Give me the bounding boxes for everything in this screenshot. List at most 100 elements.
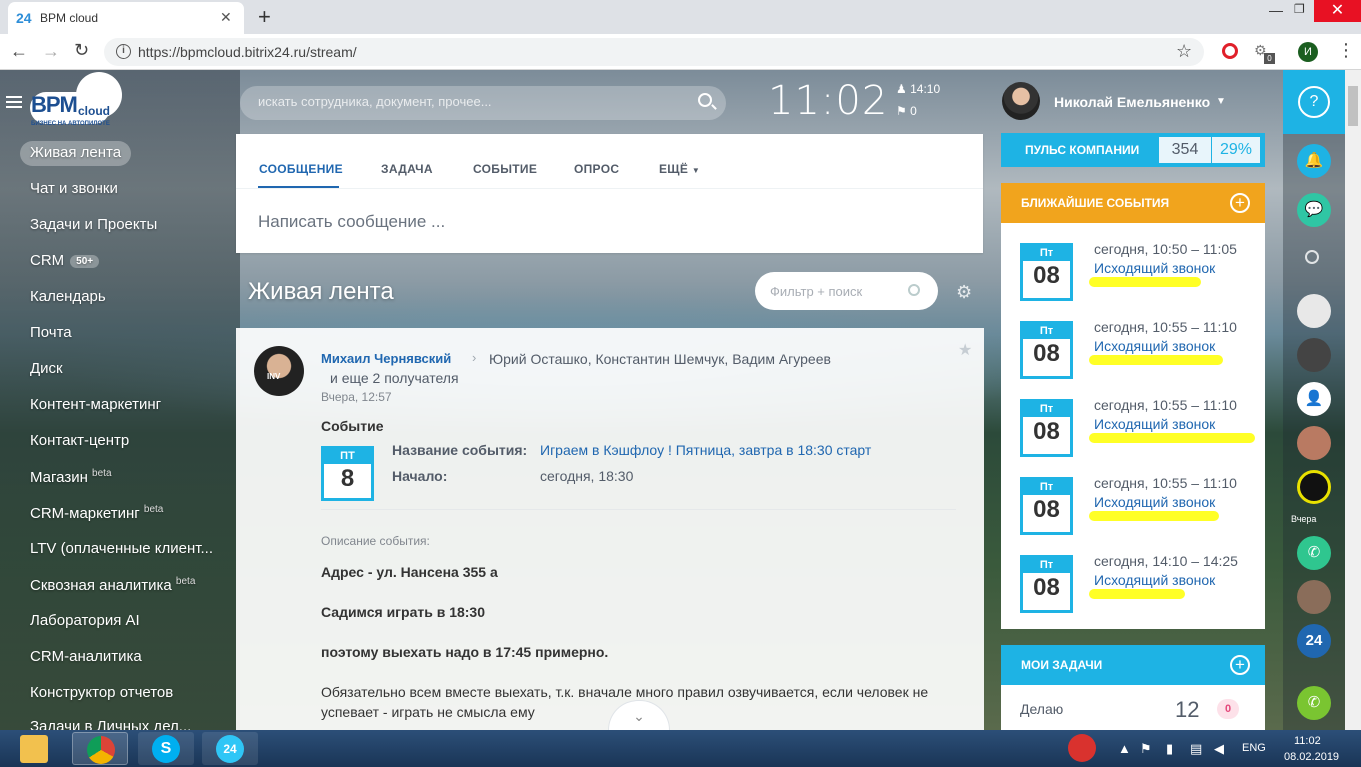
battery-icon[interactable]: ▮ bbox=[1166, 741, 1173, 757]
search-icon[interactable] bbox=[698, 93, 712, 107]
events-title[interactable]: БЛИЖАЙШИЕ СОБЫТИЯ bbox=[1021, 196, 1169, 210]
event-item[interactable]: Пт 08 сегодня, 10:55 – 11:10 Исходящий зв… bbox=[1001, 303, 1265, 381]
browser-tab[interactable]: 24 BPM cloud ✕ bbox=[8, 2, 244, 34]
author-avatar[interactable] bbox=[254, 346, 304, 396]
company-pulse[interactable]: ПУЛЬС КОМПАНИИ 354 29% bbox=[1001, 133, 1265, 167]
message-input[interactable]: Написать сообщение ... bbox=[258, 212, 445, 232]
menu-item-content-marketing[interactable]: Контент-маркетинг bbox=[30, 396, 161, 413]
volume-icon[interactable]: ◀ bbox=[1214, 741, 1224, 757]
menu-item-mail[interactable]: Почта bbox=[30, 324, 72, 341]
tray-date[interactable]: 08.02.2019 bbox=[1284, 751, 1339, 763]
event-item[interactable]: Пт 08 сегодня, 10:55 – 11:10 Исходящий зв… bbox=[1001, 459, 1265, 537]
flag-counter[interactable]: ⚑ 0 bbox=[896, 104, 917, 118]
menu-item-personal-tasks[interactable]: Задачи в Личных дел... bbox=[30, 718, 191, 730]
bitrix24-icon[interactable]: 24 bbox=[1297, 624, 1331, 658]
menu-item-ai-lab[interactable]: Лаборатория AI bbox=[30, 612, 140, 629]
language-indicator[interactable]: ENG bbox=[1242, 742, 1266, 754]
contact-avatar[interactable] bbox=[1297, 470, 1331, 504]
contact-avatar[interactable] bbox=[1297, 580, 1331, 614]
hamburger-menu-icon[interactable] bbox=[6, 96, 22, 108]
network-icon[interactable]: ▤ bbox=[1190, 741, 1202, 757]
menu-item-analytics[interactable]: Сквозная аналитика beta bbox=[30, 576, 195, 594]
page-scrollbar[interactable] bbox=[1345, 70, 1361, 730]
add-task-button[interactable]: + bbox=[1230, 655, 1250, 675]
url-text[interactable]: https://bpmcloud.bitrix24.ru/stream/ bbox=[138, 44, 357, 60]
user-name[interactable]: Николай Емельяненко bbox=[1054, 94, 1210, 110]
add-event-button[interactable]: + bbox=[1230, 193, 1250, 213]
contact-avatar[interactable] bbox=[1297, 294, 1331, 328]
my-tasks-body[interactable]: Делаю 12 0 bbox=[1001, 685, 1265, 730]
menu-item-live-feed[interactable]: Живая лента bbox=[20, 141, 132, 166]
post-recipients[interactable]: Юрий Осташко, Константин Шемчук, Вадим А… bbox=[489, 351, 831, 367]
menu-item-shop[interactable]: Магазин beta bbox=[30, 468, 112, 486]
filter-input[interactable]: Фильтр + поиск bbox=[770, 284, 862, 299]
tab-event[interactable]: СОБЫТИЕ bbox=[473, 162, 537, 176]
logo-brand[interactable]: BPM bbox=[31, 92, 78, 118]
chat-icon[interactable]: 💬 bbox=[1297, 193, 1331, 227]
tab-message[interactable]: СООБЩЕНИЕ bbox=[259, 162, 343, 176]
menu-item-chat[interactable]: Чат и звонки bbox=[30, 180, 118, 197]
event-title-link[interactable]: Исходящий звонок bbox=[1094, 494, 1215, 510]
menu-item-disk[interactable]: Диск bbox=[30, 360, 63, 377]
event-name-link[interactable]: Играем в Кэшфлоу ! Пятница, завтра в 18:… bbox=[540, 442, 871, 458]
back-arrow-icon[interactable]: ← bbox=[10, 41, 28, 62]
reload-icon[interactable]: ↻ bbox=[74, 40, 89, 61]
menu-item-crm[interactable]: CRM 50+ bbox=[30, 252, 100, 269]
minimize-icon[interactable]: — bbox=[1269, 2, 1283, 18]
taskbar-skype[interactable]: S bbox=[138, 732, 194, 765]
event-title-link[interactable]: Исходящий звонок bbox=[1094, 260, 1215, 276]
menu-item-report-builder[interactable]: Конструктор отчетов bbox=[30, 684, 173, 701]
favorite-star-icon[interactable]: ★ bbox=[958, 340, 972, 360]
tab-task[interactable]: ЗАДАЧА bbox=[381, 162, 433, 176]
tray-up-icon[interactable]: ▲ bbox=[1118, 741, 1131, 756]
event-title-link[interactable]: Исходящий звонок bbox=[1094, 416, 1215, 432]
close-icon[interactable]: ✕ bbox=[220, 9, 232, 26]
contact-avatar[interactable] bbox=[1297, 338, 1331, 372]
search-input[interactable] bbox=[258, 94, 678, 109]
event-title-link[interactable]: Исходящий звонок bbox=[1094, 572, 1215, 588]
restore-icon[interactable]: ❐ bbox=[1294, 2, 1305, 16]
group-chat-icon[interactable]: 👤 bbox=[1297, 382, 1331, 416]
taskbar-explorer[interactable] bbox=[6, 732, 62, 765]
scrollbar-thumb[interactable] bbox=[1348, 86, 1358, 126]
search-icon[interactable] bbox=[1305, 250, 1319, 264]
event-item[interactable]: Пт 08 сегодня, 10:50 – 11:05 Исходящий зв… bbox=[1001, 225, 1265, 303]
tab-more[interactable]: ЕЩЁ ▼ bbox=[659, 162, 700, 176]
info-icon[interactable]: i bbox=[116, 44, 131, 59]
browser-menu-icon[interactable]: ⋮ bbox=[1337, 40, 1355, 61]
window-close-button[interactable]: ✕ bbox=[1314, 0, 1361, 22]
help-icon[interactable]: ? bbox=[1298, 86, 1330, 118]
forward-arrow-icon[interactable]: → bbox=[42, 41, 60, 62]
taskbar-bitrix24[interactable]: 24 bbox=[202, 732, 258, 765]
menu-item-contact-center[interactable]: Контакт-центр bbox=[30, 432, 129, 449]
bookmark-star-icon[interactable]: ☆ bbox=[1176, 41, 1192, 62]
browser-profile-avatar[interactable]: И bbox=[1298, 42, 1318, 62]
menu-item-crm-analytics[interactable]: CRM-аналитика bbox=[30, 648, 142, 665]
call-icon[interactable]: ✆ bbox=[1297, 686, 1331, 720]
post-date[interactable]: Вчера, 12:57 bbox=[321, 390, 392, 404]
tasks-title[interactable]: МОИ ЗАДАЧИ bbox=[1021, 658, 1102, 672]
global-search[interactable] bbox=[240, 86, 726, 120]
address-bar[interactable]: i https://bpmcloud.bitrix24.ru/stream/ ☆ bbox=[104, 38, 1204, 66]
opera-extension-icon[interactable] bbox=[1222, 43, 1238, 59]
event-item[interactable]: Пт 08 сегодня, 10:55 – 11:10 Исходящий зв… bbox=[1001, 381, 1265, 459]
flag-icon[interactable]: ⚑ bbox=[1140, 741, 1152, 757]
work-time[interactable]: ♟ 14:10 bbox=[896, 82, 940, 96]
bell-icon[interactable]: 🔔 bbox=[1297, 144, 1331, 178]
post-author[interactable]: Михаил Чернявский bbox=[321, 351, 451, 366]
tab-poll[interactable]: ОПРОС bbox=[574, 162, 619, 176]
chevron-down-icon[interactable]: ▼ bbox=[1216, 96, 1226, 107]
menu-item-tasks[interactable]: Задачи и Проекты bbox=[30, 216, 157, 233]
more-recipients-link[interactable]: и еще 2 получателя bbox=[330, 370, 459, 386]
contact-avatar[interactable] bbox=[1297, 426, 1331, 460]
header-clock[interactable]: 11:02 bbox=[768, 78, 888, 124]
tray-app-icon[interactable] bbox=[1068, 734, 1096, 762]
search-icon[interactable] bbox=[908, 284, 920, 296]
filter-search[interactable]: Фильтр + поиск bbox=[755, 272, 938, 310]
event-item[interactable]: Пт 08 сегодня, 14:10 – 14:25 Исходящий зв… bbox=[1001, 537, 1265, 615]
menu-item-ltv[interactable]: LTV (оплаченные клиент... bbox=[30, 540, 213, 557]
phone-icon[interactable]: ✆ bbox=[1297, 536, 1331, 570]
user-avatar[interactable] bbox=[1002, 82, 1040, 120]
menu-item-calendar[interactable]: Календарь bbox=[30, 288, 106, 305]
gear-icon[interactable]: ⚙ bbox=[956, 282, 972, 303]
